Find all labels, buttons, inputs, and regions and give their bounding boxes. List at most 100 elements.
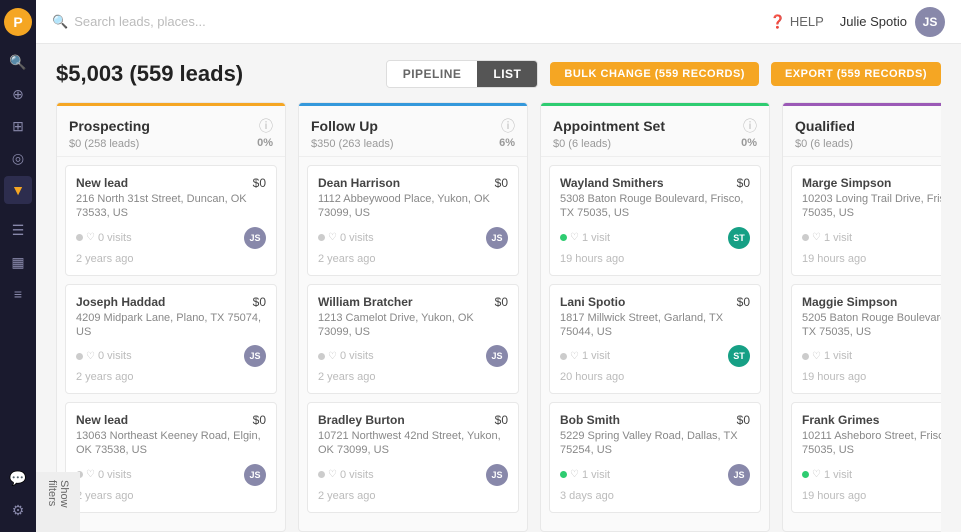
card-avatar: JS xyxy=(486,464,508,486)
filter-sidebar-icon[interactable]: ▼ xyxy=(4,176,32,204)
card-time: 19 hours ago xyxy=(802,253,866,265)
status-dot xyxy=(802,234,809,241)
card-amount: $0 xyxy=(253,176,266,190)
settings-sidebar-icon[interactable]: ⚙ xyxy=(4,496,32,524)
topbar-right: ❓ HELP Julie Spotio JS xyxy=(770,7,945,37)
list-item[interactable]: Wayland Smithers $0 5308 Baton Rouge Bou… xyxy=(549,165,761,276)
card-avatar: JS xyxy=(244,227,266,249)
card-visits: ♡0 visits xyxy=(318,232,374,244)
user-area[interactable]: Julie Spotio JS xyxy=(840,7,945,37)
col-percent-prospecting: 0% xyxy=(257,137,273,149)
card-avatar: JS xyxy=(486,227,508,249)
card-visits: ♡0 visits xyxy=(318,469,374,481)
visit-count: 0 visits xyxy=(340,469,374,481)
column-qualified: Qualified ⓘ $0 (6 leads) 0% Marge Simpso… xyxy=(782,102,941,532)
status-dot xyxy=(802,471,809,478)
visit-icon: ♡ xyxy=(570,469,579,480)
card-time: 2 years ago xyxy=(76,253,133,265)
status-dot xyxy=(318,234,325,241)
visit-icon: ♡ xyxy=(328,351,337,362)
list-item[interactable]: New lead $0 13063 Northeast Keeney Road,… xyxy=(65,402,277,513)
list-item[interactable]: Bradley Burton $0 10721 Northwest 42nd S… xyxy=(307,402,519,513)
info-icon-followup[interactable]: ⓘ xyxy=(501,116,515,136)
show-filters-label: Show filters xyxy=(46,480,70,524)
card-avatar: JS xyxy=(486,345,508,367)
visit-count: 0 visits xyxy=(98,350,132,362)
card-visits: ♡0 visits xyxy=(76,469,132,481)
content-area: $5,003 (559 leads) PIPELINE LIST BULK CH… xyxy=(36,44,961,532)
column-header-followup: Follow Up ⓘ $350 (263 leads) 6% xyxy=(299,106,527,157)
col-cards-qualified: Marge Simpson $0 10203 Loving Trail Driv… xyxy=(783,157,941,531)
list-item[interactable]: Marge Simpson $0 10203 Loving Trail Driv… xyxy=(791,165,941,276)
list-item[interactable]: New lead $0 216 North 31st Street, Dunca… xyxy=(65,165,277,276)
card-amount: $0 xyxy=(737,413,750,427)
help-icon: ❓ xyxy=(770,14,786,30)
export-button[interactable]: EXPORT (559 RECORDS) xyxy=(771,62,941,86)
card-name: Wayland Smithers xyxy=(560,176,664,190)
help-button[interactable]: ❓ HELP xyxy=(770,14,824,30)
card-time: 20 hours ago xyxy=(560,371,624,383)
info-icon-appointment[interactable]: ⓘ xyxy=(743,116,757,136)
col-cards-followup: Dean Harrison $0 1112 Abbeywood Place, Y… xyxy=(299,157,527,531)
card-name: New lead xyxy=(76,176,128,190)
list-item[interactable]: Dean Harrison $0 1112 Abbeywood Place, Y… xyxy=(307,165,519,276)
visit-count: 0 visits xyxy=(340,350,374,362)
status-dot xyxy=(318,471,325,478)
card-amount: $0 xyxy=(495,295,508,309)
list-item[interactable]: Bob Smith $0 5229 Spring Valley Road, Da… xyxy=(549,402,761,513)
search-area[interactable]: 🔍 Search leads, places... xyxy=(52,14,206,30)
list-item[interactable]: William Bratcher $0 1213 Camelot Drive, … xyxy=(307,284,519,395)
card-time: 2 years ago xyxy=(318,490,375,502)
bulk-change-button[interactable]: BULK CHANGE (559 RECORDS) xyxy=(550,62,759,86)
visit-icon: ♡ xyxy=(570,232,579,243)
content-header: $5,003 (559 leads) PIPELINE LIST BULK CH… xyxy=(56,60,941,88)
card-name: Frank Grimes xyxy=(802,413,879,427)
col-cards-appointment: Wayland Smithers $0 5308 Baton Rouge Bou… xyxy=(541,157,769,531)
visit-icon: ♡ xyxy=(812,351,821,362)
user-name: Julie Spotio xyxy=(840,14,907,29)
avatar: JS xyxy=(915,7,945,37)
card-avatar: ST xyxy=(728,345,750,367)
card-avatar: JS xyxy=(244,464,266,486)
card-time: 2 years ago xyxy=(76,490,133,502)
card-name: Dean Harrison xyxy=(318,176,400,190)
card-address: 5308 Baton Rouge Boulevard, Frisco, TX 7… xyxy=(560,192,750,221)
list-button[interactable]: LIST xyxy=(477,61,537,87)
card-time: 2 years ago xyxy=(318,253,375,265)
menu2-sidebar-icon[interactable]: ≡ xyxy=(4,280,32,308)
list-item[interactable]: Maggie Simpson $0 5205 Baton Rouge Boule… xyxy=(791,284,941,395)
col-subtitle-qualified: $0 (6 leads) xyxy=(795,138,853,150)
card-address: 10211 Asheboro Street, Frisco, TX 75035,… xyxy=(802,429,941,458)
list-item[interactable]: Joseph Haddad $0 4209 Midpark Lane, Plan… xyxy=(65,284,277,395)
card-address: 1817 Millwick Street, Garland, TX 75044,… xyxy=(560,311,750,340)
status-dot xyxy=(802,353,809,360)
visit-icon: ♡ xyxy=(570,351,579,362)
col-percent-appointment: 0% xyxy=(741,137,757,149)
card-time: 2 years ago xyxy=(318,371,375,383)
help-label: HELP xyxy=(790,14,824,29)
card-time: 19 hours ago xyxy=(802,371,866,383)
show-filters-button[interactable]: Show filters xyxy=(36,472,80,532)
search-placeholder: Search leads, places... xyxy=(74,14,206,29)
info-icon-prospecting[interactable]: ⓘ xyxy=(259,116,273,136)
card-visits: ♡0 visits xyxy=(76,350,132,362)
list-sidebar-icon[interactable]: ☰ xyxy=(4,216,32,244)
card-address: 216 North 31st Street, Duncan, OK 73533,… xyxy=(76,192,266,221)
search-sidebar-icon[interactable]: 🔍 xyxy=(4,48,32,76)
grid-sidebar-icon[interactable]: ⊞ xyxy=(4,112,32,140)
card-time: 3 days ago xyxy=(560,490,614,502)
calendar-sidebar-icon[interactable]: ▦ xyxy=(4,248,32,276)
visit-icon: ♡ xyxy=(812,232,821,243)
status-dot xyxy=(560,471,567,478)
location-sidebar-icon[interactable]: ◎ xyxy=(4,144,32,172)
chat-sidebar-icon[interactable]: 💬 xyxy=(4,464,32,492)
pipeline-button[interactable]: PIPELINE xyxy=(387,61,478,87)
list-item[interactable]: Lani Spotio $0 1817 Millwick Street, Gar… xyxy=(549,284,761,395)
status-dot xyxy=(318,353,325,360)
card-avatar: JS xyxy=(244,345,266,367)
list-item[interactable]: Frank Grimes $0 10211 Asheboro Street, F… xyxy=(791,402,941,513)
card-time: 2 years ago xyxy=(76,371,133,383)
add-sidebar-icon[interactable]: ⊕ xyxy=(4,80,32,108)
visit-count: 1 visit xyxy=(582,469,610,481)
card-visits: ♡1 visit xyxy=(560,469,610,481)
